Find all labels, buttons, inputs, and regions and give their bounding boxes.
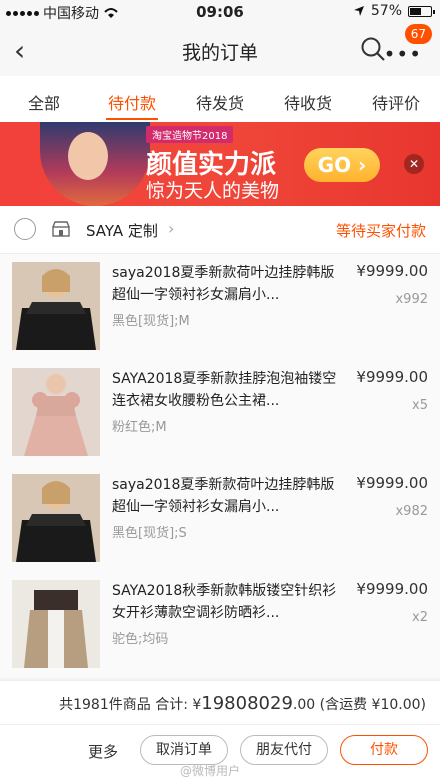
total-label: 合计: ¥: [155, 697, 202, 713]
order-tabs: 全部 待付款 待发货 待收货 待评价: [0, 76, 440, 122]
banner-face-image: [68, 132, 108, 180]
status-right: 57%: [353, 3, 435, 19]
total-decimal: .00: [292, 697, 316, 713]
item-price: ¥9999.00: [356, 262, 428, 280]
item-title: SAYA2018秋季新款韩版镂空针织衫女开衫薄款空调衫防晒衫...: [112, 583, 337, 621]
banner-close-icon[interactable]: ✕: [404, 154, 424, 174]
chevron-right-icon: ›: [168, 219, 175, 238]
watermark: @微博用户: [180, 764, 241, 778]
location-icon: [353, 6, 364, 16]
tab-pending-receipt[interactable]: 待收货: [264, 76, 352, 122]
pay-button[interactable]: 付款: [340, 735, 428, 765]
item-quantity: x992: [395, 292, 428, 307]
banner-go-label: GO: [317, 153, 352, 177]
item-quantity: x982: [395, 504, 428, 519]
item-price: ¥9999.00: [356, 474, 428, 492]
item-spec: 黑色[现货];S: [112, 526, 187, 541]
order-status: 等待买家付款: [335, 222, 426, 240]
more-button[interactable]: 更多: [88, 741, 118, 762]
store-icon: [52, 221, 70, 237]
shop-name[interactable]: SAYA 定制: [86, 220, 158, 241]
total-amount: 19808029: [201, 693, 293, 714]
item-quantity: x5: [412, 398, 428, 413]
more-menu-button[interactable]: •••: [384, 42, 422, 66]
tab-pending-review[interactable]: 待评价: [352, 76, 440, 122]
item-spec: 黑色[现货];M: [112, 314, 190, 329]
shipping-fee: (含运费 ¥10.00): [319, 697, 426, 713]
tab-all[interactable]: 全部: [0, 76, 88, 122]
item-spec: 粉红色;M: [112, 420, 167, 435]
item-title: saya2018夏季新款荷叶边挂脖韩版超仙一字领衬衫女漏肩小...: [112, 477, 335, 515]
item-quantity: x2: [412, 610, 428, 625]
item-count: 共1981件商品: [59, 697, 151, 713]
product-thumbnail: [12, 580, 100, 668]
item-price: ¥9999.00: [356, 580, 428, 598]
product-thumbnail: [12, 262, 100, 350]
status-bar: 中国移动 09:06 57%: [0, 0, 440, 24]
nav-header: ‹ 我的订单 ••• 67: [0, 24, 440, 76]
tab-pending-shipment[interactable]: 待发货: [176, 76, 264, 122]
banner-tag: 淘宝造物节2018: [146, 126, 234, 143]
product-thumbnail: [12, 368, 100, 456]
tab-pending-payment[interactable]: 待付款: [88, 76, 176, 122]
order-item[interactable]: saya2018夏季新款荷叶边挂脖韩版超仙一字领衬衫女漏肩小... 黑色[现货]…: [0, 254, 440, 360]
item-title: saya2018夏季新款荷叶边挂脖韩版超仙一字领衬衫女漏肩小...: [112, 265, 335, 303]
order-summary: 共1981件商品 合计: ¥19808029.00 (含运费 ¥10.00): [0, 680, 440, 724]
battery-icon: [408, 5, 435, 17]
item-title: SAYA2018夏季新款挂脖泡泡袖镂空连衣裙女收腰粉色公主裙...: [112, 371, 337, 409]
order-item[interactable]: SAYA2018夏季新款挂脖泡泡袖镂空连衣裙女收腰粉色公主裙... 粉红色;M …: [0, 360, 440, 466]
banner-go-button[interactable]: GO ›: [304, 148, 380, 182]
item-price: ¥9999.00: [356, 368, 428, 386]
summary-text: 共1981件商品 合计: ¥19808029.00 (含运费 ¥10.00): [59, 693, 426, 714]
cancel-order-button[interactable]: 取消订单: [140, 735, 228, 765]
item-spec: 驼色;均码: [112, 632, 169, 647]
order-item[interactable]: SAYA2018秋季新款韩版镂空针织衫女开衫薄款空调衫防晒衫... 驼色;均码 …: [0, 572, 440, 678]
banner-subline: 惊为天人的美物: [146, 180, 280, 202]
product-thumbnail: [12, 474, 100, 562]
battery-percent: 57%: [370, 3, 402, 19]
friend-pay-button[interactable]: 朋友代付: [240, 735, 328, 765]
search-icon[interactable]: [360, 36, 386, 62]
shop-row: SAYA 定制 › 等待买家付款: [0, 206, 440, 254]
order-item[interactable]: saya2018夏季新款荷叶边挂脖韩版超仙一字领衬衫女漏肩小... 黑色[现货]…: [0, 466, 440, 572]
notification-badge: 67: [404, 24, 432, 44]
select-shop-radio[interactable]: [14, 218, 36, 240]
promo-banner[interactable]: 淘宝造物节2018 颜值实力派 惊为天人的美物 GO › ✕: [0, 122, 440, 206]
